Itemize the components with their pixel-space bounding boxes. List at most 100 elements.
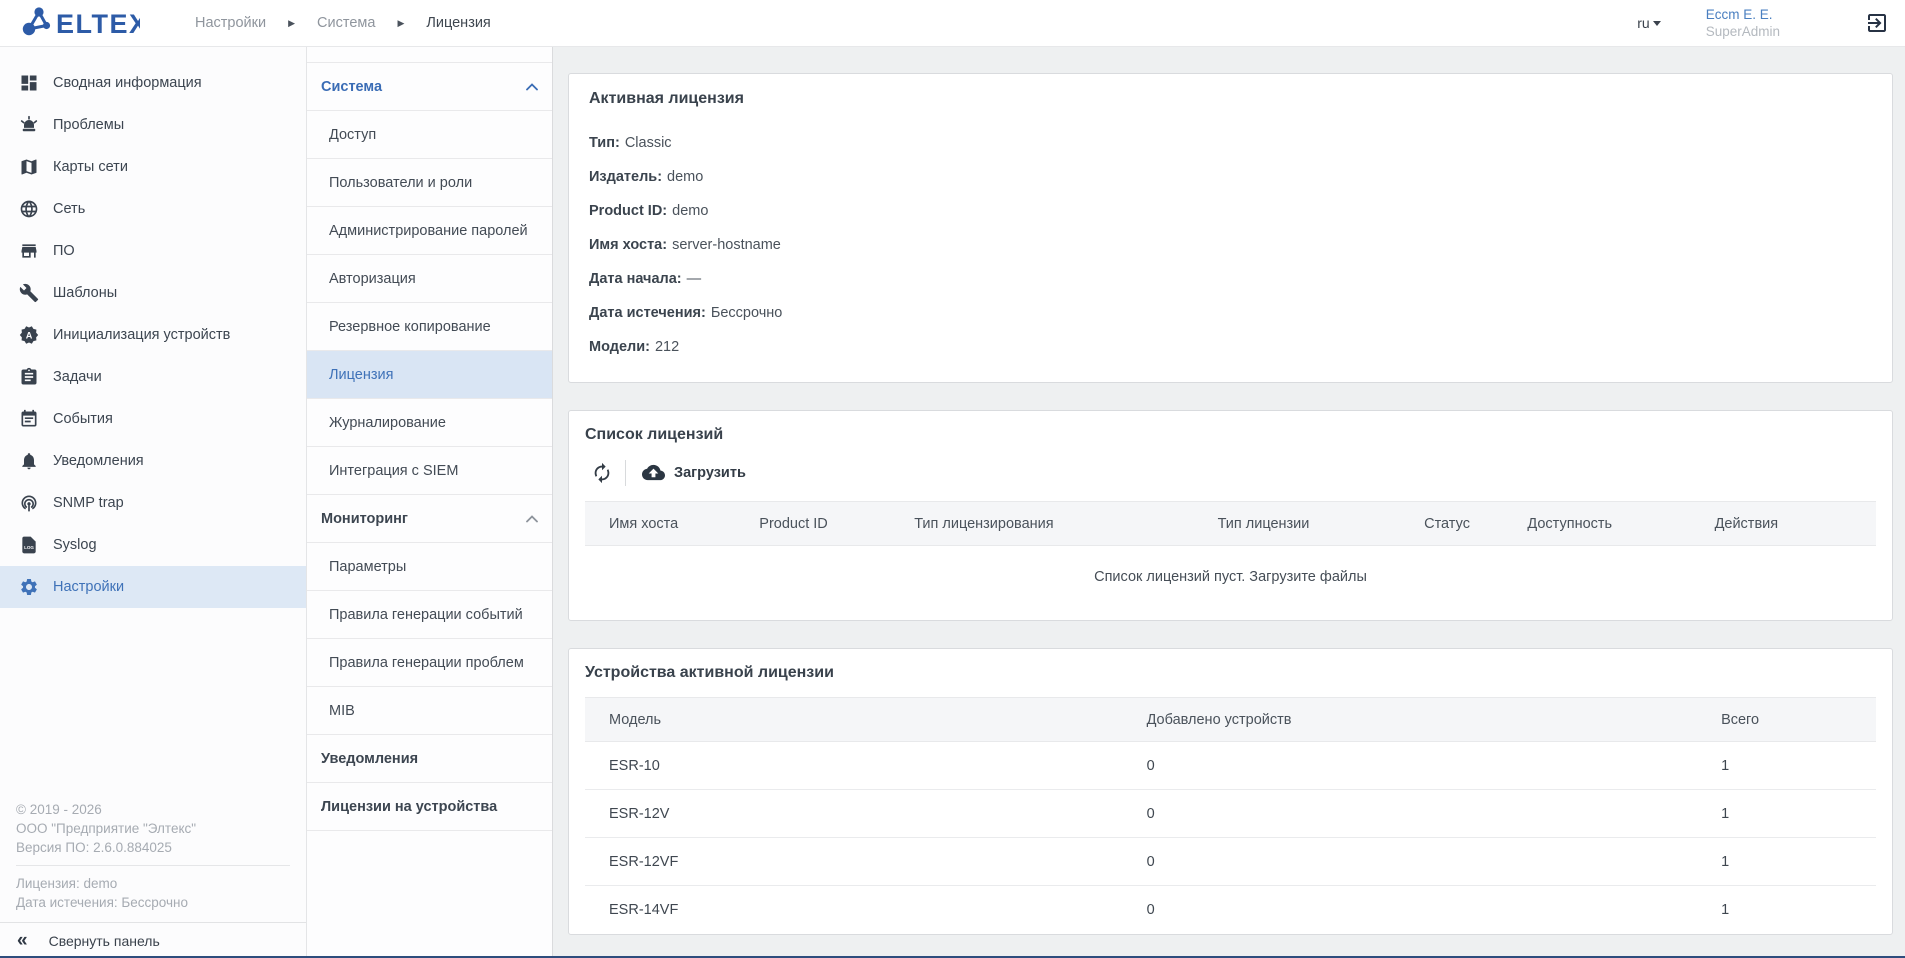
sidebar-footer: © 2019 - 2026 ООО "Предприятие "Элтекс" … xyxy=(0,800,306,958)
breadcrumb: Настройки ▶ Система ▶ Лицензия xyxy=(195,15,491,31)
logout-icon xyxy=(1865,11,1889,35)
license-field: Модели:212 xyxy=(589,330,1872,364)
sidebar-item-network[interactable]: Сеть xyxy=(0,188,306,230)
sidebar-item-label: ПО xyxy=(53,243,75,259)
column-header: Product ID xyxy=(759,502,914,546)
eltex-logo[interactable]: ELTEX xyxy=(18,5,140,41)
refresh-icon xyxy=(591,462,613,484)
sidebar-item-problems[interactable]: Проблемы xyxy=(0,104,306,146)
footer-divider xyxy=(16,865,290,866)
map-icon xyxy=(19,157,39,177)
dashboard-icon xyxy=(19,73,39,93)
submenu-section-monitoring[interactable]: Мониторинг xyxy=(307,495,552,543)
sidebar-item-software[interactable]: ПО xyxy=(0,230,306,272)
license-field: Имя хоста:server-hostname xyxy=(589,228,1872,262)
submenu-item-mib[interactable]: MIB xyxy=(307,687,552,735)
submenu-item-problem-rules[interactable]: Правила генерации проблем xyxy=(307,639,552,687)
cloud-upload-icon xyxy=(642,461,665,484)
breadcrumb-system[interactable]: Система xyxy=(317,15,375,31)
table-row: ESR-12VF 0 1 xyxy=(585,838,1876,886)
active-license-card: Активная лицензия Тип:Classic Издатель:d… xyxy=(568,73,1893,383)
submenu-item-label: Авторизация xyxy=(329,271,416,287)
sidebar-item-summary[interactable]: Сводная информация xyxy=(0,62,306,104)
sidebar-item-tasks[interactable]: Задачи xyxy=(0,356,306,398)
submenu-section-system[interactable]: Система xyxy=(307,63,552,111)
submenu-section-device-licenses[interactable]: Лицензии на устройства xyxy=(307,783,552,831)
column-header: Модель xyxy=(585,698,1147,742)
broadcast-icon xyxy=(19,493,39,513)
language-selector[interactable]: ru xyxy=(1637,15,1660,31)
expiry-text: Дата истечения: Бессрочно xyxy=(16,893,290,912)
sidebar-item-label: События xyxy=(53,411,113,427)
submenu-item-label: Резервное копирование xyxy=(329,319,491,335)
license-field: Дата начала:— xyxy=(589,262,1872,296)
cell-added: 0 xyxy=(1147,790,1721,838)
sidebar-item-label: Шаблоны xyxy=(53,285,117,301)
version-text: Версия ПО: 2.6.0.884025 xyxy=(16,838,290,857)
gear-icon xyxy=(19,577,39,597)
card-title: Активная лицензия xyxy=(589,90,1872,108)
user-role: SuperAdmin xyxy=(1706,23,1780,40)
sidebar-item-label: Syslog xyxy=(53,537,97,553)
upload-button[interactable]: Загрузить xyxy=(636,457,752,488)
settings-submenu: Система Доступ Пользователи и роли Админ… xyxy=(307,47,553,958)
sidebar-item-label: Задачи xyxy=(53,369,102,385)
table-header-row: Имя хоста Product ID Тип лицензирования … xyxy=(585,502,1876,546)
user-menu[interactable]: Eccm E. E. SuperAdmin xyxy=(1706,6,1780,40)
submenu-item-label: Доступ xyxy=(329,127,376,143)
submenu-item-license[interactable]: Лицензия xyxy=(307,351,552,399)
sidebar-item-snmp-trap[interactable]: SNMP trap xyxy=(0,482,306,524)
submenu-item-users-roles[interactable]: Пользователи и роли xyxy=(307,159,552,207)
submenu-item-password-admin[interactable]: Администрирование паролей xyxy=(307,207,552,255)
sidebar-item-syslog[interactable]: LOG Syslog xyxy=(0,524,306,566)
license-list-toolbar: Загрузить xyxy=(585,457,1876,488)
collapse-panel-button[interactable]: « Свернуть панель xyxy=(0,922,306,958)
user-name: Eccm E. E. xyxy=(1706,6,1780,23)
caret-down-icon xyxy=(1653,21,1661,26)
cell-added: 0 xyxy=(1147,742,1721,790)
sidebar-item-notifications[interactable]: Уведомления xyxy=(0,440,306,482)
sidebar-item-label: Сеть xyxy=(53,201,85,217)
license-field: Издатель:demo xyxy=(589,160,1872,194)
column-header: Тип лицензирования xyxy=(914,502,1217,546)
upload-button-label: Загрузить xyxy=(674,465,746,481)
license-field: Product ID:demo xyxy=(589,194,1872,228)
submenu-item-event-rules[interactable]: Правила генерации событий xyxy=(307,591,552,639)
chevron-up-icon xyxy=(526,83,538,91)
breadcrumb-settings[interactable]: Настройки xyxy=(195,15,266,31)
submenu-item-label: MIB xyxy=(329,703,355,719)
submenu-section-label: Лицензии на устройства xyxy=(321,799,497,815)
breadcrumb-license: Лицензия xyxy=(426,15,490,31)
chevron-up-icon xyxy=(526,515,538,523)
badge-a-icon: A xyxy=(19,325,39,345)
submenu-item-logging[interactable]: Журналирование xyxy=(307,399,552,447)
refresh-button[interactable] xyxy=(585,458,619,488)
license-list-table: Имя хоста Product ID Тип лицензирования … xyxy=(585,501,1876,546)
submenu-item-authorization[interactable]: Авторизация xyxy=(307,255,552,303)
license-list-card: Список лицензий Загрузить Имя хоста Prod… xyxy=(568,410,1893,621)
sidebar-item-events[interactable]: События xyxy=(0,398,306,440)
column-header: Доступность xyxy=(1527,502,1714,546)
log-file-icon: LOG xyxy=(19,535,39,555)
submenu-item-siem-integration[interactable]: Интеграция с SIEM xyxy=(307,447,552,495)
logout-button[interactable] xyxy=(1865,11,1889,35)
alarm-icon xyxy=(19,115,39,135)
column-header: Имя хоста xyxy=(585,502,759,546)
cell-model: ESR-12V xyxy=(585,790,1147,838)
language-value: ru xyxy=(1637,15,1649,31)
submenu-item-parameters[interactable]: Параметры xyxy=(307,543,552,591)
empty-list-message: Список лицензий пуст. Загрузите файлы xyxy=(585,546,1876,608)
sidebar-item-settings[interactable]: Настройки xyxy=(0,566,306,608)
sidebar-item-templates[interactable]: Шаблоны xyxy=(0,272,306,314)
submenu-section-label: Мониторинг xyxy=(321,511,408,527)
submenu-section-notifications[interactable]: Уведомления xyxy=(307,735,552,783)
main-sidebar: Сводная информация Проблемы Карты сети С… xyxy=(0,47,307,958)
submenu-item-label: Журналирование xyxy=(329,415,446,431)
sidebar-item-device-init[interactable]: A Инициализация устройств xyxy=(0,314,306,356)
license-text: Лицензия: demo xyxy=(16,874,290,893)
sidebar-item-label: Сводная информация xyxy=(53,75,202,91)
sidebar-item-network-maps[interactable]: Карты сети xyxy=(0,146,306,188)
submenu-item-label: Пользователи и роли xyxy=(329,175,472,191)
submenu-item-backup[interactable]: Резервное копирование xyxy=(307,303,552,351)
submenu-item-access[interactable]: Доступ xyxy=(307,111,552,159)
